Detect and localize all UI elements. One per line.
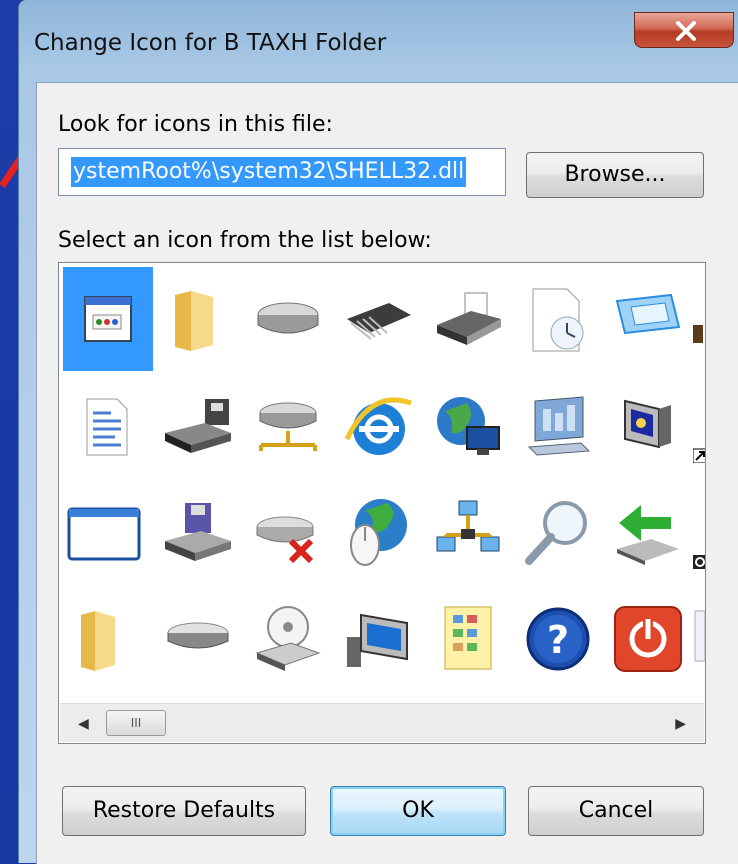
icon-cell[interactable] bbox=[63, 375, 153, 479]
document-icon bbox=[86, 398, 128, 456]
floppy-disk-drive-icon bbox=[165, 503, 231, 561]
drive-icon bbox=[257, 302, 319, 334]
partial-icon bbox=[693, 325, 703, 343]
icon-cell[interactable] bbox=[603, 587, 693, 691]
blank-window-icon bbox=[67, 507, 141, 561]
printer-icon bbox=[437, 292, 501, 345]
icon-cell[interactable] bbox=[423, 267, 513, 371]
control-panel-icon bbox=[444, 606, 492, 670]
monitor-chart-icon bbox=[527, 396, 591, 456]
icon-list[interactable]: ? ◀ III ▶ bbox=[58, 262, 706, 744]
browse-button[interactable]: Browse... bbox=[526, 152, 704, 198]
icon-cell[interactable] bbox=[333, 481, 423, 585]
speaker-monitor-icon bbox=[624, 399, 671, 449]
scroll-right-icon[interactable]: ▶ bbox=[675, 716, 686, 732]
close-icon bbox=[676, 21, 696, 41]
icon-cell[interactable] bbox=[603, 375, 693, 479]
help-icon: ? bbox=[526, 607, 590, 671]
icon-cell[interactable] bbox=[63, 481, 153, 585]
partial-icon bbox=[694, 610, 705, 662]
floppy-drive-icon bbox=[165, 399, 231, 453]
icon-cell[interactable] bbox=[63, 267, 153, 371]
icon-cell[interactable] bbox=[243, 267, 333, 371]
icon-cell[interactable] bbox=[693, 481, 705, 585]
icon-cell[interactable] bbox=[153, 375, 243, 479]
clock-document-icon bbox=[532, 288, 584, 352]
network-computers-icon bbox=[436, 500, 500, 552]
icon-cell[interactable]: ? bbox=[513, 587, 603, 691]
internet-explorer-icon bbox=[344, 397, 412, 455]
restore-defaults-button[interactable]: Restore Defaults bbox=[62, 786, 306, 836]
icon-cell[interactable] bbox=[603, 481, 693, 585]
icon-cell[interactable] bbox=[423, 481, 513, 585]
icon-cell[interactable] bbox=[513, 481, 603, 585]
file-label: Look for icons in this file: bbox=[58, 112, 333, 137]
icon-cell[interactable] bbox=[333, 267, 423, 371]
icon-cell[interactable] bbox=[63, 587, 153, 691]
green-arrow-drive-icon bbox=[617, 505, 679, 565]
power-icon bbox=[614, 606, 682, 672]
path-text: ystemRoot%\system32\SHELL32.dll bbox=[71, 157, 467, 187]
icon-cell[interactable] bbox=[423, 375, 513, 479]
drive-icon bbox=[167, 622, 229, 649]
icon-file-path-input[interactable]: ystemRoot%\system32\SHELL32.dll bbox=[58, 148, 506, 196]
scroll-left-icon[interactable]: ◀ bbox=[78, 716, 89, 732]
window-title: Change Icon for B TAXH Folder bbox=[34, 30, 387, 56]
icon-cell[interactable] bbox=[693, 267, 705, 371]
shortcut-arrow-icon bbox=[693, 448, 705, 463]
icon-cell[interactable] bbox=[603, 267, 693, 371]
icon-cell[interactable] bbox=[153, 267, 243, 371]
svg-text:?: ? bbox=[547, 618, 569, 662]
close-button[interactable] bbox=[634, 12, 734, 48]
folder-icon bbox=[81, 611, 115, 671]
cancel-button[interactable]: Cancel bbox=[528, 786, 704, 836]
folder-icon bbox=[175, 291, 213, 351]
icon-cell[interactable] bbox=[153, 587, 243, 691]
chip-icon bbox=[347, 303, 411, 340]
magnifier-icon bbox=[525, 501, 587, 565]
globe-mouse-icon bbox=[350, 499, 407, 566]
monitor-blue-icon bbox=[615, 293, 681, 335]
network-drive-icon bbox=[259, 402, 317, 451]
icon-cell[interactable] bbox=[243, 481, 333, 585]
icon-cell[interactable] bbox=[693, 587, 705, 691]
globe-network-icon bbox=[437, 397, 500, 455]
icon-cell[interactable] bbox=[513, 267, 603, 371]
disconnected-drive-icon bbox=[256, 516, 314, 564]
icon-cell[interactable] bbox=[153, 481, 243, 585]
clock-overlay-icon bbox=[693, 555, 705, 569]
icon-cell[interactable] bbox=[333, 375, 423, 479]
cd-drive-icon bbox=[255, 606, 321, 671]
list-label: Select an icon from the list below: bbox=[58, 228, 432, 253]
icon-cell[interactable] bbox=[693, 375, 705, 479]
icon-cell[interactable] bbox=[423, 587, 513, 691]
scroll-thumb[interactable]: III bbox=[106, 710, 166, 736]
icon-cell[interactable] bbox=[513, 375, 603, 479]
application-window-icon bbox=[84, 296, 132, 342]
icon-cell[interactable] bbox=[243, 587, 333, 691]
ok-button[interactable]: OK bbox=[330, 786, 506, 836]
icon-cell[interactable] bbox=[243, 375, 333, 479]
computer-monitor-icon bbox=[347, 613, 408, 667]
horizontal-scrollbar[interactable]: ◀ III ▶ bbox=[60, 703, 704, 742]
icon-cell[interactable] bbox=[333, 587, 423, 691]
